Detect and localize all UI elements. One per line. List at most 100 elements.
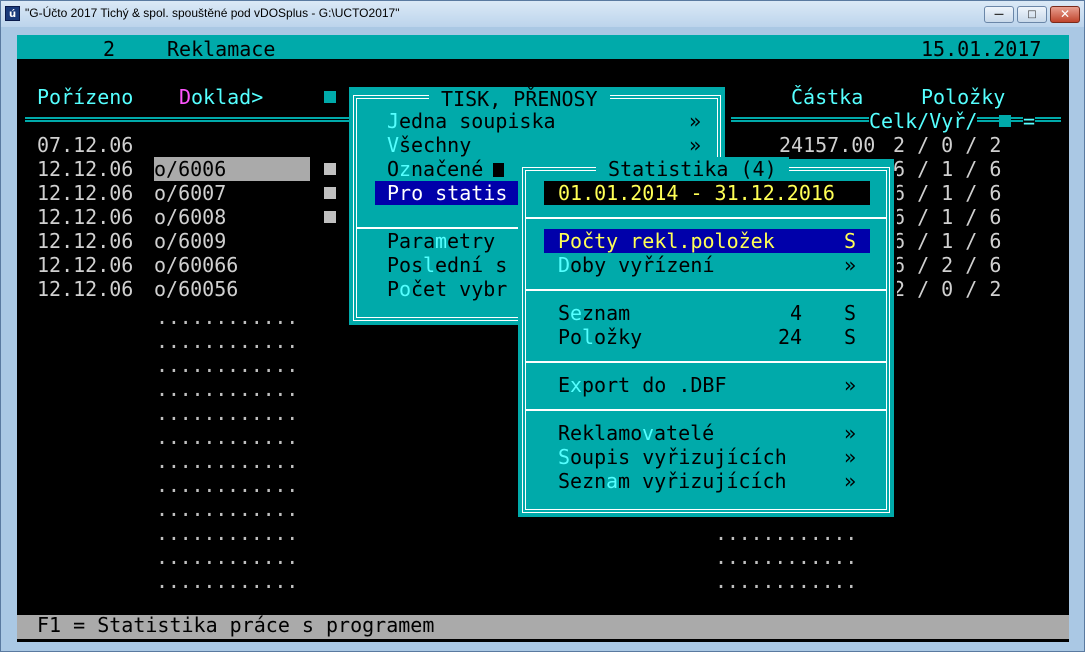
row-counts: 6 / 1 / 6 xyxy=(893,205,1002,229)
row-mark-square xyxy=(324,211,336,223)
menu-item-label: ožky xyxy=(594,325,643,349)
header-number: 2 xyxy=(103,37,116,61)
menu-separator xyxy=(526,289,886,291)
menu-item-shortcut: S xyxy=(844,325,857,349)
empty-row-dots: ............ xyxy=(156,521,299,545)
empty-row-dots: ............ xyxy=(156,449,299,473)
submenu-arrow-icon: » xyxy=(844,445,857,469)
empty-row-dots: ............ xyxy=(156,329,299,353)
menu-item-label: S xyxy=(558,301,571,325)
row-doc: o/6008 xyxy=(154,205,227,229)
date-range-field[interactable]: 01.01.2014 - 31.12.2016 xyxy=(558,181,835,205)
menu-item-count: 4 xyxy=(790,301,803,325)
submenu-arrow-icon: » xyxy=(844,373,857,397)
menu-item-label: Pos xyxy=(387,253,424,277)
hotkey: m xyxy=(435,229,448,253)
row-counts: 6 / 1 / 6 xyxy=(893,157,1002,181)
row-mark-square xyxy=(324,163,336,175)
empty-row-dots: ............ xyxy=(156,473,299,497)
empty-row-dots: ............ xyxy=(715,521,858,545)
cursor-block-icon xyxy=(493,163,504,177)
row-counts: 6 / 1 / 6 xyxy=(893,181,1002,205)
menu-item-label: Pro statis xyxy=(387,181,508,205)
title-bar[interactable]: ú "G-Účto 2017 Tichý & spol. spouštěné p… xyxy=(1,1,1084,27)
row-doc-selected[interactable]: o/6006 xyxy=(154,157,226,181)
hotkey: e xyxy=(570,301,583,325)
empty-row-dots: ............ xyxy=(156,401,299,425)
menu-separator xyxy=(526,361,886,363)
row-counts: 6 / 2 / 6 xyxy=(893,253,1002,277)
hotkey: S xyxy=(558,445,571,469)
submenu-arrow-icon: » xyxy=(844,421,857,445)
hotkey: l xyxy=(423,253,436,277)
hotkey: l xyxy=(582,325,595,349)
menu-item-label: m vyřizujících xyxy=(618,469,787,493)
col-castka[interactable]: Částka xyxy=(791,85,863,109)
menu-item-label: Počty rekl.položek xyxy=(558,229,775,253)
row-counts: 6 / 1 / 6 xyxy=(893,229,1002,253)
hotkey: J xyxy=(387,109,400,133)
menu-item-label: O xyxy=(387,157,400,181)
menu-item-shortcut: S xyxy=(844,301,857,325)
submenu-arrow-icon: » xyxy=(689,109,702,133)
row-date: 12.12.06 xyxy=(37,277,134,301)
menu-item-label: Po xyxy=(558,325,583,349)
hotkey: a xyxy=(606,469,619,493)
row-doc: o/60056 xyxy=(154,277,239,301)
mark-column-square xyxy=(324,91,336,103)
menu-item-label: P xyxy=(387,277,400,301)
menu-item-label: atelé xyxy=(654,421,715,445)
row-date: 12.12.06 xyxy=(37,157,134,181)
submenu-arrow-icon: » xyxy=(844,253,857,277)
row-counts: 2 / 0 / 2 xyxy=(893,133,1002,157)
menu-item-label: oby vyřízení xyxy=(570,253,715,277)
menu-item-count: 24 xyxy=(778,325,803,349)
hotkey: v xyxy=(642,421,655,445)
menu-item-label: port do .DBF xyxy=(582,373,727,397)
menu-item-shortcut: S xyxy=(844,229,857,253)
empty-row-dots: ............ xyxy=(715,545,858,569)
menu-separator xyxy=(526,409,886,411)
empty-row-dots: ............ xyxy=(156,377,299,401)
row-date: 07.12.06 xyxy=(37,133,134,157)
col-doklad[interactable]: oklad> xyxy=(191,85,263,109)
menu-item-label: oupis vyřizujících xyxy=(570,445,787,469)
status-text: F1 = Statistika práce s programem xyxy=(37,613,435,637)
row-doc: o/6007 xyxy=(154,181,227,205)
col-porizeno[interactable]: Pořízeno xyxy=(37,85,133,109)
col-celk-vyr: Celk/Vyř/ xyxy=(869,109,978,133)
minimize-button[interactable]: — xyxy=(984,6,1014,23)
hotkey: o xyxy=(399,277,412,301)
row-amount: 24157.00 xyxy=(779,133,876,157)
col-square-icon xyxy=(999,115,1011,127)
menu-separator xyxy=(526,217,886,219)
empty-row-dots: ............ xyxy=(715,569,858,593)
submenu-arrow-icon: » xyxy=(844,469,857,493)
row-doc: o/60066 xyxy=(154,253,239,277)
menu-item-label: ední s xyxy=(435,253,508,277)
close-button[interactable]: ✕ xyxy=(1050,6,1080,23)
row-date: 12.12.06 xyxy=(37,229,134,253)
statistika-title: Statistika (4) xyxy=(596,157,789,181)
statistika-menu: Statistika (4) 01.01.2014 - 31.12.2016 P… xyxy=(518,157,894,517)
hotkey: z xyxy=(399,157,412,181)
window-title: "G-Účto 2017 Tichý & spol. spouštěné pod… xyxy=(25,6,400,20)
hotkey: V xyxy=(387,133,400,157)
menu-item-label: čet vybr xyxy=(411,277,508,301)
maximize-button[interactable]: □ xyxy=(1017,6,1047,23)
col-doklad-hotkey[interactable]: D xyxy=(179,85,191,109)
header-date: 15.01.2017 xyxy=(921,37,1042,61)
submenu-arrow-icon: » xyxy=(689,133,702,157)
row-mark-square xyxy=(324,187,336,199)
menu-item-label: Sezn xyxy=(558,469,607,493)
empty-row-dots: ............ xyxy=(156,569,299,593)
empty-row-dots: ............ xyxy=(156,545,299,569)
dos-screen: 2 Reklamace 15.01.2017 Pořízeno D oklad>… xyxy=(17,35,1069,642)
menu-item-label: etry xyxy=(447,229,496,253)
empty-row-dots: ............ xyxy=(156,305,299,329)
col-eq: = xyxy=(1023,109,1036,133)
app-icon[interactable]: ú xyxy=(5,6,20,21)
empty-rows-right: .................................... xyxy=(715,517,895,597)
col-polozky[interactable]: Položky xyxy=(921,85,1005,109)
menu-item-label: načené xyxy=(411,157,484,181)
